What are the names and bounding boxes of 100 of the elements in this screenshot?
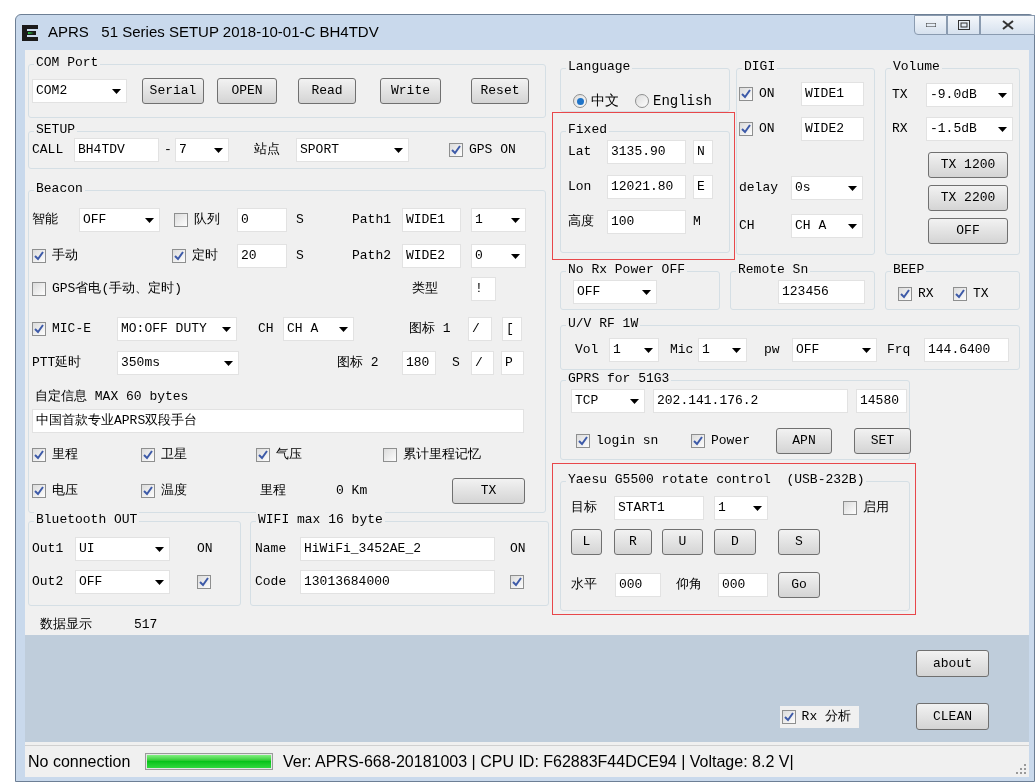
checkbox[interactable]	[32, 322, 46, 336]
input-field[interactable]: 180	[402, 351, 436, 375]
checkbox[interactable]	[953, 287, 967, 301]
checkbox[interactable]	[843, 501, 857, 515]
checkbox[interactable]	[32, 448, 46, 462]
dropdown[interactable]: 7	[175, 138, 229, 162]
dropdown[interactable]: MO:OFF DUTY	[117, 317, 237, 341]
dropdown[interactable]: OFF	[75, 570, 170, 594]
dropdown[interactable]: -9.0dB	[926, 83, 1013, 107]
input-field[interactable]: !	[471, 277, 496, 301]
button[interactable]: Serial	[142, 78, 204, 104]
input-field[interactable]: E	[693, 175, 713, 199]
input-field[interactable]: 123456	[778, 280, 865, 304]
checkbox[interactable]	[510, 575, 524, 589]
input-field[interactable]: 12021.80	[607, 175, 686, 199]
button[interactable]: TX	[452, 478, 525, 504]
app-icon	[21, 23, 39, 42]
input-field[interactable]: P	[501, 351, 524, 375]
dropdown[interactable]: 1	[471, 208, 526, 232]
button[interactable]: Reset	[471, 78, 529, 104]
button[interactable]: OPEN	[217, 78, 277, 104]
button[interactable]: Write	[380, 78, 441, 104]
input-field[interactable]: 202.141.176.2	[653, 389, 848, 413]
label: 智能	[32, 211, 59, 230]
checkbox[interactable]	[781, 709, 796, 724]
input-field[interactable]: WIDE2	[402, 244, 461, 268]
radio-button[interactable]	[635, 94, 649, 108]
checkbox[interactable]	[141, 484, 155, 498]
input-field[interactable]: WIDE1	[402, 208, 461, 232]
input-field[interactable]: N	[693, 140, 713, 164]
checkbox[interactable]	[691, 434, 705, 448]
dropdown[interactable]: SPORT	[296, 138, 409, 162]
checkbox[interactable]	[898, 287, 912, 301]
caret-icon	[998, 92, 1007, 98]
input-field[interactable]: 13013684000	[300, 570, 495, 594]
clean-button[interactable]: CLEAN	[916, 703, 989, 730]
button[interactable]: SET	[854, 428, 911, 454]
button[interactable]: Read	[298, 78, 356, 104]
input-field[interactable]: HiWiFi_3452AE_2	[300, 537, 495, 561]
checkbox[interactable]	[174, 213, 188, 227]
close-button[interactable]	[980, 15, 1035, 35]
dropdown[interactable]: UI	[75, 537, 170, 561]
button[interactable]: D	[714, 529, 756, 555]
input-field[interactable]: 100	[607, 210, 686, 234]
button[interactable]: R	[614, 529, 652, 555]
dropdown[interactable]: 1	[609, 338, 659, 362]
checkbox[interactable]	[172, 249, 186, 263]
dropdown[interactable]: CH A	[283, 317, 354, 341]
maximize-button[interactable]	[947, 15, 980, 35]
dropdown[interactable]: 0s	[791, 176, 863, 200]
input-field[interactable]: [	[502, 317, 522, 341]
dropdown[interactable]: -1.5dB	[926, 117, 1013, 141]
input-field[interactable]: 0	[237, 208, 287, 232]
button[interactable]: OFF	[928, 218, 1008, 244]
dropdown[interactable]: OFF	[573, 280, 657, 304]
checkbox[interactable]	[739, 87, 753, 101]
input-field[interactable]: /	[471, 351, 494, 375]
checkbox[interactable]	[32, 282, 46, 296]
input-field[interactable]: 14580	[856, 389, 907, 413]
dropdown[interactable]: 0	[471, 244, 526, 268]
checkbox-label: GPS ON	[469, 141, 516, 160]
input-field[interactable]: WIDE1	[801, 82, 864, 106]
button[interactable]: APN	[776, 428, 832, 454]
radio-button[interactable]	[573, 94, 587, 108]
button[interactable]: TX 2200	[928, 185, 1008, 211]
checkbox[interactable]	[383, 448, 397, 462]
dropdown[interactable]: 1	[714, 496, 768, 520]
dropdown[interactable]: OFF	[792, 338, 877, 362]
caret-icon	[642, 289, 651, 295]
button[interactable]: U	[662, 529, 703, 555]
checkbox[interactable]	[576, 434, 590, 448]
checkbox[interactable]	[32, 484, 46, 498]
dropdown[interactable]: 350ms	[117, 351, 239, 375]
checkbox-label: 电压	[52, 482, 78, 501]
input-field[interactable]: 中国首款专业APRS双段手台	[32, 409, 524, 433]
input-field[interactable]: 20	[237, 244, 287, 268]
dropdown[interactable]: COM2	[32, 79, 127, 103]
input-field[interactable]: 144.6400	[924, 338, 1009, 362]
input-field[interactable]: 000	[615, 573, 661, 597]
input-field[interactable]: BH4TDV	[74, 138, 159, 162]
button[interactable]: Go	[778, 572, 820, 598]
checkbox[interactable]	[449, 143, 463, 157]
dropdown[interactable]: OFF	[79, 208, 160, 232]
checkbox[interactable]	[141, 448, 155, 462]
checkbox[interactable]	[739, 122, 753, 136]
dropdown[interactable]: 1	[698, 338, 747, 362]
dropdown[interactable]: CH A	[791, 214, 863, 238]
button[interactable]: TX 1200	[928, 152, 1008, 178]
input-field[interactable]: START1	[614, 496, 704, 520]
checkbox[interactable]	[197, 575, 211, 589]
button[interactable]: S	[778, 529, 820, 555]
input-field[interactable]: 3135.90	[607, 140, 686, 164]
about-button[interactable]: about	[916, 650, 989, 677]
button[interactable]: L	[571, 529, 602, 555]
dropdown[interactable]: TCP	[571, 389, 645, 413]
checkbox[interactable]	[256, 448, 270, 462]
input-field[interactable]: 000	[718, 573, 768, 597]
input-field[interactable]: WIDE2	[801, 117, 864, 141]
input-field[interactable]: /	[468, 317, 492, 341]
checkbox[interactable]	[32, 249, 46, 263]
